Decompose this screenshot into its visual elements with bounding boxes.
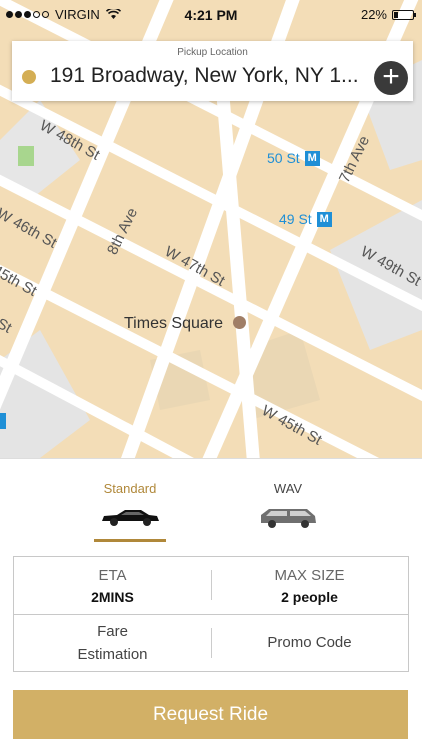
pickup-location-card[interactable]: Pickup Location 191 Broadway, New York, …	[12, 41, 413, 101]
subway-label: 50 St	[267, 150, 300, 166]
battery-icon	[392, 9, 416, 20]
subway-49-st[interactable]: 49 St M	[279, 211, 332, 227]
tab-standard-label: Standard	[103, 481, 157, 496]
max-size-cell: MAX SIZE 2 people	[211, 557, 408, 613]
fare-label-line1: Fare	[97, 623, 128, 640]
request-ride-button[interactable]: Request Ride	[13, 690, 408, 739]
battery-level	[394, 11, 398, 18]
eta-value: 2MINS	[91, 589, 134, 605]
fare-label-line2: Estimation	[77, 646, 148, 663]
status-bar: VIRGIN 4:21 PM 22%	[0, 0, 422, 30]
ride-panel: Standard WAV ETA 2MINS MAX SIZE 2 people	[0, 458, 422, 751]
subway-label: 49 St	[279, 211, 312, 227]
van-icon	[261, 509, 316, 528]
battery-percent: 22%	[360, 7, 387, 22]
subway-m-icon: M	[304, 150, 320, 166]
promo-code-button[interactable]: Promo Code	[211, 615, 408, 671]
add-stop-button[interactable]: +	[374, 61, 408, 95]
clock: 4:21 PM	[184, 7, 238, 23]
sedan-icon	[102, 510, 159, 526]
promo-code-label: Promo Code	[267, 634, 352, 651]
ride-info-grid: ETA 2MINS MAX SIZE 2 people Fare Estimat…	[13, 556, 409, 672]
pickup-address[interactable]: 191 Broadway, New York, NY 1...	[50, 64, 359, 88]
max-size-value: 2 people	[281, 589, 338, 605]
tab-wav[interactable]: WAV	[248, 481, 328, 530]
pickup-caption: Pickup Location	[177, 47, 248, 58]
subway-m-icon: M	[316, 211, 332, 227]
pickup-pin-icon	[22, 70, 36, 84]
plus-icon: +	[382, 60, 400, 93]
poi-times-square[interactable]: Times Square	[124, 315, 247, 333]
max-size-label: MAX SIZE	[274, 567, 345, 584]
poi-label: Times Square	[124, 315, 223, 332]
eta-cell: ETA 2MINS	[14, 557, 211, 613]
eta-label: ETA	[98, 567, 127, 584]
tab-standard[interactable]: Standard	[90, 481, 170, 542]
tab-active-indicator	[94, 539, 166, 542]
subway-50-st[interactable]: 50 St M	[267, 150, 320, 166]
poi-marker-icon	[233, 316, 247, 329]
tab-wav-label: WAV	[273, 481, 303, 496]
fare-estimation-button[interactable]: Fare Estimation	[14, 615, 211, 671]
